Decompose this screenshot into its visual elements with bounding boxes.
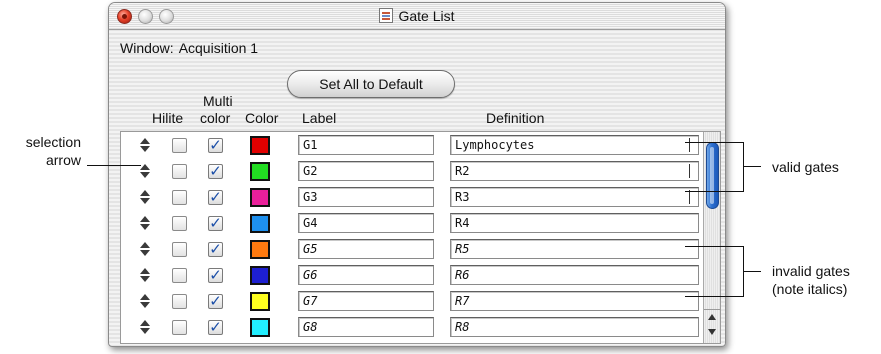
color-swatch[interactable] <box>250 162 270 181</box>
label-field[interactable]: G8 <box>298 317 434 337</box>
window-title-group: Gate List <box>109 8 725 24</box>
hilite-checkbox[interactable] <box>172 190 187 205</box>
scroll-down-arrow-icon[interactable] <box>708 329 716 335</box>
invalid-bracket-bottom <box>685 296 744 297</box>
selection-arrow-icon[interactable] <box>140 294 150 308</box>
color-swatch[interactable] <box>250 214 270 233</box>
valid-gates-annotation: valid gates <box>772 159 839 175</box>
invalid-annotation-line1: invalid gates <box>772 263 850 279</box>
selection-arrow-icon[interactable] <box>140 268 150 282</box>
gate-row: ✓ G1 Lymphocytes <box>121 133 701 158</box>
selection-arrow-icon[interactable] <box>140 216 150 230</box>
definition-field[interactable]: R2 <box>450 161 699 181</box>
multicolor-checkbox[interactable]: ✓ <box>208 268 223 283</box>
label-field[interactable]: G3 <box>298 187 434 207</box>
scrollbar-thumb[interactable] <box>706 142 719 209</box>
definition-field[interactable]: R8 <box>450 317 699 337</box>
definition-field[interactable]: R6 <box>450 265 699 285</box>
gate-row: ✓ G4 R4 <box>121 211 701 236</box>
gate-row: ✓ G7 R7 <box>121 289 701 314</box>
color-swatch[interactable] <box>250 318 270 337</box>
multicolor-checkbox[interactable]: ✓ <box>208 138 223 153</box>
gate-table: ✓ G1 Lymphocytes ✓ G2 R2 ✓ G3 R3 ✓ G4 R4 ✓ G5 R5 ✓ G6 R6 ✓… <box>120 131 721 344</box>
gate-list-window: Gate List Window: Acquisition 1 Set All t… <box>108 2 726 347</box>
multicolor-checkbox[interactable]: ✓ <box>208 216 223 231</box>
set-all-default-button[interactable]: Set All to Default <box>287 70 455 98</box>
multicolor-checkbox[interactable]: ✓ <box>208 190 223 205</box>
valid-bracket-pointer <box>743 166 761 167</box>
color-swatch[interactable] <box>250 266 270 285</box>
definition-field[interactable]: R5 <box>450 239 699 259</box>
window-label-key: Window: <box>120 40 174 56</box>
definition-field[interactable]: R4 <box>450 213 699 233</box>
hilite-checkbox[interactable] <box>172 320 187 335</box>
text-caret <box>689 190 690 204</box>
color-swatch[interactable] <box>250 136 270 155</box>
selection-arrow-icon[interactable] <box>140 320 150 334</box>
gate-row: ✓ G5 R5 <box>121 237 701 262</box>
selection-pointer-line <box>87 165 141 166</box>
multicolor-checkbox[interactable]: ✓ <box>208 320 223 335</box>
label-field[interactable]: G4 <box>298 213 434 233</box>
selection-annotation-line2: arrow <box>45 152 81 168</box>
gate-row: ✓ G3 R3 <box>121 185 701 210</box>
hilite-checkbox[interactable] <box>172 164 187 179</box>
scroll-up-arrow-icon[interactable] <box>708 314 716 320</box>
hilite-checkbox[interactable] <box>172 216 187 231</box>
column-header-color: Color <box>245 110 279 126</box>
invalid-bracket-pointer <box>743 271 761 272</box>
document-icon <box>379 8 394 23</box>
valid-bracket-top <box>685 142 744 143</box>
scrollbar-separator <box>704 309 720 310</box>
window-title: Gate List <box>398 8 455 24</box>
multicolor-checkbox[interactable]: ✓ <box>208 164 223 179</box>
label-field[interactable]: G6 <box>298 265 434 285</box>
column-header-multi-top: Multi <box>203 93 233 109</box>
color-swatch[interactable] <box>250 292 270 311</box>
window-label-value: Acquisition 1 <box>178 40 259 56</box>
gate-row: ✓ G6 R6 <box>121 263 701 288</box>
label-field[interactable]: G7 <box>298 291 434 311</box>
acquisition-window-label: Window: Acquisition 1 <box>120 40 258 56</box>
selection-arrow-icon[interactable] <box>140 164 150 178</box>
multicolor-checkbox[interactable]: ✓ <box>208 242 223 257</box>
label-field[interactable]: G5 <box>298 239 434 259</box>
selection-arrow-icon[interactable] <box>140 138 150 152</box>
column-header-definition: Definition <box>486 110 545 126</box>
gate-row: ✓ G2 R2 <box>121 159 701 184</box>
selection-arrow-icon[interactable] <box>140 242 150 256</box>
definition-field[interactable]: R3 <box>450 187 699 207</box>
hilite-checkbox[interactable] <box>172 268 187 283</box>
column-header-label: Label <box>302 110 337 126</box>
invalid-bracket-top <box>685 246 744 247</box>
hilite-checkbox[interactable] <box>172 138 187 153</box>
multicolor-checkbox[interactable]: ✓ <box>208 294 223 309</box>
selection-annotation-line1: selection <box>25 134 81 150</box>
color-swatch[interactable] <box>250 240 270 259</box>
title-bar[interactable]: Gate List <box>109 3 725 30</box>
label-field[interactable]: G1 <box>298 135 434 155</box>
valid-bracket-vertical <box>743 142 744 192</box>
text-caret <box>689 138 690 152</box>
column-header-multi-bottom: color <box>200 110 231 126</box>
text-caret <box>689 164 690 178</box>
column-header-hilite: Hilite <box>152 110 184 126</box>
definition-field[interactable]: Lymphocytes <box>450 135 699 155</box>
vertical-scrollbar[interactable] <box>703 132 720 343</box>
valid-bracket-bottom <box>685 191 744 192</box>
selection-arrow-icon[interactable] <box>140 190 150 204</box>
hilite-checkbox[interactable] <box>172 294 187 309</box>
invalid-gates-annotation: invalid gates (note italics) <box>772 262 850 298</box>
hilite-checkbox[interactable] <box>172 242 187 257</box>
gate-row: ✓ G8 R8 <box>121 315 701 340</box>
invalid-annotation-line2: (note italics) <box>772 281 848 297</box>
selection-arrow-annotation: selection arrow <box>8 133 81 169</box>
definition-field[interactable]: R7 <box>450 291 699 311</box>
color-swatch[interactable] <box>250 188 270 207</box>
label-field[interactable]: G2 <box>298 161 434 181</box>
